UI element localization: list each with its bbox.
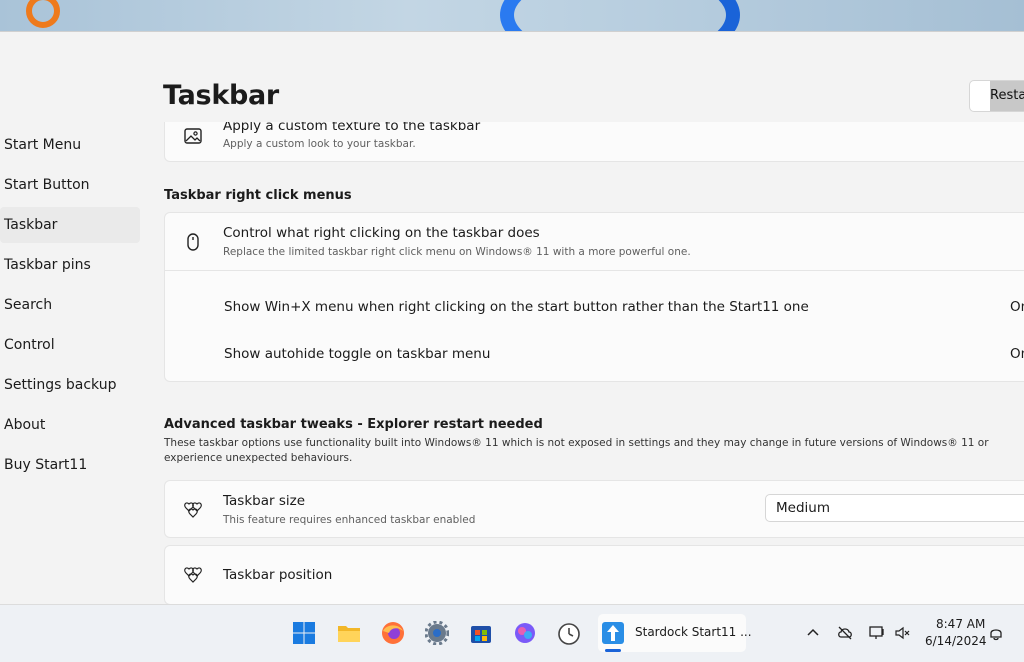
right-click-card-header[interactable]: Control what right clicking on the taskb… <box>165 213 1024 271</box>
sidebar-item-taskbar-pins[interactable]: Taskbar pins <box>0 247 140 283</box>
restart-button-label: Restart <box>990 88 1024 103</box>
sidebar-item-about[interactable]: About <box>0 407 140 443</box>
sidebar-item-search[interactable]: Search <box>0 287 140 323</box>
hearts-icon <box>184 567 202 583</box>
sidebar-item-buy-start11[interactable]: Buy Start11 <box>0 447 140 483</box>
notification-bell-icon[interactable] <box>988 625 1004 641</box>
desktop-app-icon[interactable] <box>26 0 60 28</box>
volume-muted-icon[interactable] <box>894 625 910 641</box>
taskbar-size-value: Medium <box>776 500 830 516</box>
chevron-up-icon[interactable] <box>805 625 821 641</box>
sidebar-nav: Start Menu Start Button Taskbar Taskbar … <box>0 127 140 487</box>
settings-icon[interactable] <box>425 621 449 645</box>
copilot-icon[interactable] <box>513 621 537 645</box>
right-click-section-heading: Taskbar right click menus <box>164 188 352 203</box>
windows-taskbar: Stardock Start11 ... 8:47 AM 6/14/2024 <box>0 604 1024 662</box>
windows-icon[interactable] <box>292 621 316 645</box>
taskbar-size-title: Taskbar size <box>223 493 305 509</box>
store-icon[interactable] <box>469 621 493 645</box>
taskbar-position-card[interactable]: Taskbar position <box>164 545 1024 605</box>
advanced-section-heading: Advanced taskbar tweaks - Explorer resta… <box>164 417 543 432</box>
mouse-icon <box>187 233 199 251</box>
sidebar-item-taskbar[interactable]: Taskbar <box>0 207 140 243</box>
advanced-section-description: These taskbar options use functionality … <box>164 437 989 464</box>
autohide-toggle[interactable]: On <box>1010 346 1024 362</box>
right-click-card: Control what right clicking on the taskb… <box>164 212 1024 382</box>
image-icon <box>184 128 202 144</box>
autohide-toggle-option-label: Show autohide toggle on taskbar menu <box>224 346 491 362</box>
taskbar-size-dropdown[interactable]: Medium <box>765 494 1024 522</box>
sidebar-item-control[interactable]: Control <box>0 327 140 363</box>
right-click-card-title: Control what right clicking on the taskb… <box>223 225 540 241</box>
taskbar-position-title: Taskbar position <box>223 567 333 583</box>
firefox-icon[interactable] <box>381 621 405 645</box>
winx-menu-option-label: Show Win+X menu when right clicking on t… <box>224 299 809 315</box>
start11-window: Start Menu Start Button Taskbar Taskbar … <box>0 31 1024 631</box>
restart-button[interactable]: Restart <box>969 80 1024 112</box>
active-app-label: Stardock Start11 ... <box>635 625 752 639</box>
start11-icon <box>602 622 624 644</box>
display-icon[interactable] <box>869 625 885 641</box>
clock-date[interactable]: 6/14/2024 <box>925 634 987 648</box>
hearts-icon <box>184 502 202 518</box>
wallpaper-bloom <box>500 0 740 32</box>
desktop-background <box>0 0 1024 32</box>
winx-menu-toggle[interactable]: On <box>1010 299 1024 315</box>
right-click-card-subtitle: Replace the limited taskbar right click … <box>223 246 691 258</box>
custom-texture-subtitle: Apply a custom look to your taskbar. <box>223 138 416 150</box>
sidebar-item-start-menu[interactable]: Start Menu <box>0 127 140 163</box>
clock-app-icon[interactable] <box>557 621 581 645</box>
cloud-off-icon[interactable] <box>837 625 853 641</box>
sidebar-item-start-button[interactable]: Start Button <box>0 167 140 203</box>
taskbar-size-subtitle: This feature requires enhanced taskbar e… <box>223 514 476 526</box>
clock-time[interactable]: 8:47 AM <box>936 617 985 631</box>
page-title: Taskbar <box>163 80 279 111</box>
file-explorer-icon[interactable] <box>337 621 361 645</box>
active-app-indicator <box>605 649 621 652</box>
sidebar-item-settings-backup[interactable]: Settings backup <box>0 367 140 403</box>
